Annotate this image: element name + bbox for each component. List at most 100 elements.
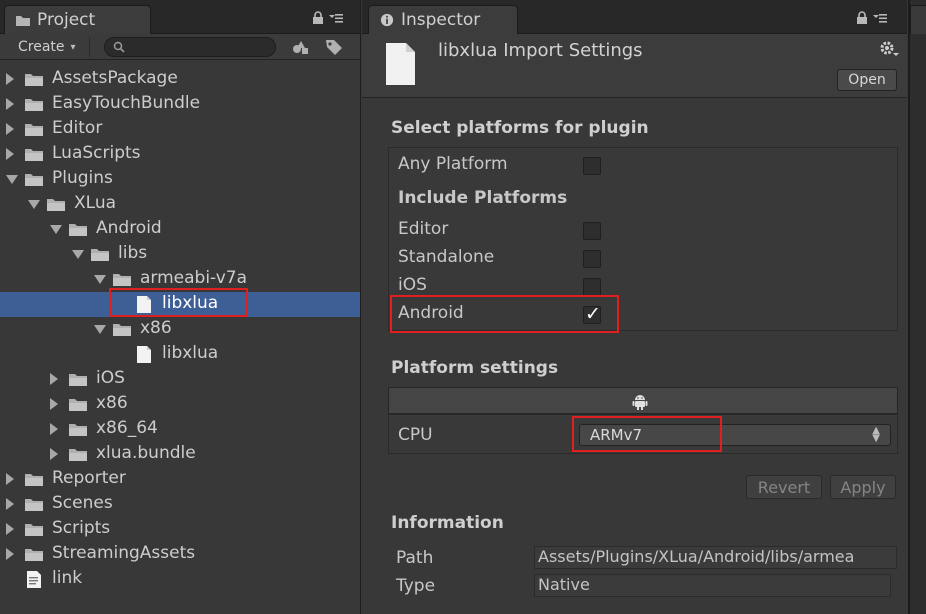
tab-project[interactable]: Project (4, 5, 151, 34)
folder-icon (16, 16, 30, 26)
tree-file-row[interactable]: libxlua (0, 292, 360, 317)
gear-icon[interactable] (879, 40, 899, 58)
expand-arrow-closed-icon[interactable] (6, 473, 14, 485)
search-input[interactable] (131, 39, 271, 55)
tree-file-row[interactable]: libxlua (0, 342, 360, 367)
tree-folder-row[interactable]: xlua.bundle (0, 442, 360, 467)
expand-arrow-open-icon[interactable] (94, 325, 106, 334)
tree-folder-row[interactable]: XLua (0, 192, 360, 217)
folder-icon (25, 74, 43, 86)
menu-icon[interactable] (329, 12, 343, 24)
tree-folder-row[interactable]: Android (0, 217, 360, 242)
tree-item-label: xlua.bundle (96, 443, 196, 463)
tab-stub[interactable] (910, 5, 926, 34)
expand-arrow-closed-icon[interactable] (6, 498, 14, 510)
folder-icon (47, 199, 65, 211)
expand-arrow-open-icon[interactable] (6, 175, 18, 184)
tag-icon[interactable] (323, 37, 345, 57)
platform-label-standalone: Standalone (398, 247, 495, 267)
information-title: Information (391, 513, 504, 533)
platform-checkbox-editor[interactable] (583, 222, 601, 240)
expand-arrow-closed-icon[interactable] (6, 548, 14, 560)
file-icon (386, 43, 415, 85)
include-platforms-title: Include Platforms (398, 188, 568, 208)
type-label: Type (396, 576, 436, 596)
expand-arrow-open-icon[interactable] (94, 275, 106, 284)
project-panel: Project Create ▾ AssetsPackage EasyTouch… (0, 0, 361, 614)
expand-arrow-open-icon[interactable] (72, 250, 84, 259)
folder-icon (25, 174, 43, 186)
tree-folder-row[interactable]: x86 (0, 392, 360, 417)
type-field: Native (534, 574, 891, 597)
expand-arrow-closed-icon[interactable] (50, 448, 58, 460)
open-button[interactable]: Open (837, 69, 897, 91)
tree-folder-row[interactable]: Editor (0, 117, 360, 142)
create-button[interactable]: Create ▾ (6, 37, 90, 57)
tree-item-label: StreamingAssets (52, 543, 196, 563)
revert-button[interactable]: Revert (746, 475, 822, 499)
filter-by-type-icon[interactable] (290, 37, 312, 57)
expand-arrow-closed-icon[interactable] (50, 373, 58, 385)
platform-label-editor: Editor (398, 219, 449, 239)
tree-item-label: x86_64 (96, 418, 158, 438)
lock-icon[interactable] (856, 11, 868, 25)
android-platform-tab[interactable] (388, 387, 898, 414)
platform-label-android: Android (398, 303, 464, 323)
tree-item-label: Editor (52, 118, 103, 138)
expand-arrow-open-icon[interactable] (50, 225, 62, 234)
expand-arrow-closed-icon[interactable] (50, 423, 58, 435)
expand-arrow-closed-icon[interactable] (50, 398, 58, 410)
tree-folder-row[interactable]: x86_64 (0, 417, 360, 442)
path-label: Path (396, 548, 434, 568)
expand-arrow-closed-icon[interactable] (6, 148, 14, 160)
info-icon (380, 13, 394, 27)
tree-folder-row[interactable]: Reporter (0, 467, 360, 492)
search-icon (113, 41, 125, 53)
tree-item-label: x86 (96, 393, 128, 413)
folder-icon (69, 424, 87, 436)
tree-item-label: libxlua (162, 293, 219, 313)
tree-item-label: link (52, 568, 83, 588)
tree-folder-row[interactable]: iOS (0, 367, 360, 392)
tree-item-label: EasyTouchBundle (52, 93, 201, 113)
search-field[interactable] (104, 37, 276, 57)
tree-folder-row[interactable]: AssetsPackage (0, 67, 360, 92)
platform-checkbox-ios[interactable] (583, 278, 601, 296)
cpu-dropdown[interactable]: ARMv7 ▲ ▼ (579, 424, 891, 446)
tab-project-label: Project (37, 10, 96, 30)
tree-folder-row[interactable]: x86 (0, 317, 360, 342)
tree-item-label: AssetsPackage (52, 68, 178, 88)
tree-folder-row[interactable]: armeabi-v7a (0, 267, 360, 292)
tree-file-row[interactable]: link (0, 567, 360, 592)
expand-arrow-closed-icon[interactable] (6, 98, 14, 110)
expand-arrow-closed-icon[interactable] (6, 523, 14, 535)
expand-arrow-closed-icon[interactable] (6, 123, 14, 135)
folder-icon (69, 399, 87, 411)
tree-item-label: armeabi-v7a (140, 268, 248, 288)
menu-icon[interactable] (873, 12, 887, 24)
platform-settings-title: Platform settings (391, 358, 559, 378)
tab-inspector[interactable]: Inspector (368, 5, 518, 34)
expand-arrow-closed-icon[interactable] (6, 73, 14, 85)
tree-folder-row[interactable]: libs (0, 242, 360, 267)
expand-arrow-open-icon[interactable] (28, 200, 40, 209)
text-file-icon (27, 571, 41, 588)
apply-button[interactable]: Apply (830, 475, 896, 499)
tree-folder-row[interactable]: Scripts (0, 517, 360, 542)
tree-folder-row[interactable]: StreamingAssets (0, 542, 360, 567)
tree-item-label: Android (96, 218, 162, 238)
inspector-header: libxlua Import Settings Open (362, 34, 907, 98)
lock-icon[interactable] (312, 11, 324, 25)
tree-folder-row[interactable]: Plugins (0, 167, 360, 192)
tree-folder-row[interactable]: LuaScripts (0, 142, 360, 167)
platform-checkbox-android[interactable]: ✓ (583, 303, 601, 325)
folder-icon (25, 99, 43, 111)
folder-icon (69, 224, 87, 236)
tree-folder-row[interactable]: Scenes (0, 492, 360, 517)
up-down-arrows-icon: ▲ ▼ (872, 425, 880, 444)
platform-checkbox-standalone[interactable] (583, 250, 601, 268)
file-icon (137, 296, 151, 313)
cpu-label: CPU (398, 425, 433, 445)
any-platform-checkbox[interactable] (583, 157, 601, 175)
tree-folder-row[interactable]: EasyTouchBundle (0, 92, 360, 117)
